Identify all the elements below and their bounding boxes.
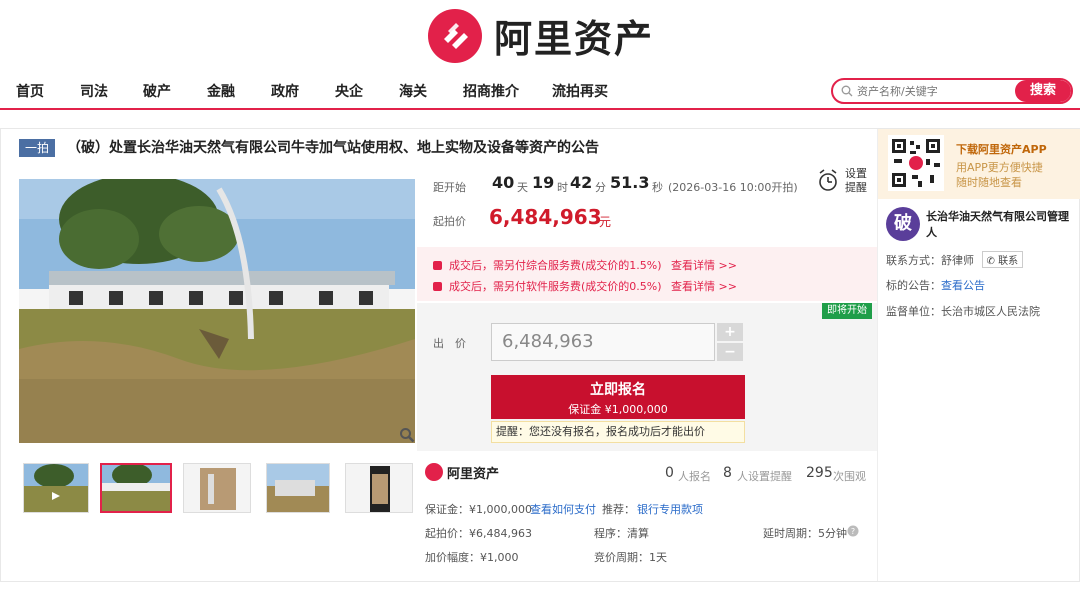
search-box: 搜索 xyxy=(831,78,1073,104)
decrease-button[interactable]: − xyxy=(717,343,743,361)
auction-round-badge: 一拍 xyxy=(19,139,55,157)
seller-name[interactable]: 长治华油天然气有限公司管理人 xyxy=(926,209,1078,241)
start-price-label: 起拍价 xyxy=(433,215,466,228)
countdown-hours-unit: 时 xyxy=(557,181,568,194)
nav-item-relist[interactable]: 流拍再买 xyxy=(552,81,608,101)
view-count-label: 次围观 xyxy=(833,470,866,483)
nav-item-bankruptcy[interactable]: 破产 xyxy=(143,81,171,101)
supervisor-row: 监督单位：长治市城区人民法院 xyxy=(886,303,1040,319)
brand-small-icon xyxy=(425,463,443,481)
brand-logo[interactable]: 阿里资产 xyxy=(428,8,654,63)
countdown-seconds-unit: 秒 xyxy=(652,181,663,194)
qr-code-icon xyxy=(888,135,944,191)
fee-line-1: 成交后，需另付综合服务费(成交价的1.5%) xyxy=(433,257,662,273)
app-download-title: 下载阿里资产APP xyxy=(956,143,1047,156)
supervisor-name: 长治市城区人民法院 xyxy=(941,305,1040,318)
nav-item-customs[interactable]: 海关 xyxy=(399,81,427,101)
app-download-sub2: 随时随地查看 xyxy=(956,176,1022,189)
supervisor-label: 监督单位： xyxy=(886,305,941,318)
nav-item-finance[interactable]: 金融 xyxy=(207,81,235,101)
main-photo[interactable] xyxy=(19,174,415,443)
auction-panel: 一拍 （破）处置长治华油天然气有限公司牛寺加气站使用权、地上实物及设备等资产的公… xyxy=(0,128,1080,582)
countdown-hours: 19 xyxy=(532,173,555,192)
contact-label: 联系方式： xyxy=(886,254,941,267)
fee-detail-link-1[interactable]: 查看详情 >> xyxy=(671,257,737,273)
right-sidebar: 下载阿里资产APP 用APP更方便快捷 随时随地查看 破 长治华油天然气有限公司… xyxy=(877,129,1080,581)
increment-info: 加价幅度：¥1,000 xyxy=(425,551,519,564)
thumbnail-5[interactable] xyxy=(345,463,413,513)
contact-row: 联系方式：舒律师 ✆ 联系 xyxy=(886,251,1024,268)
notice-link[interactable]: 查看公告 xyxy=(941,279,985,292)
help-icon[interactable]: ? xyxy=(847,525,859,537)
fee-notice: 成交后，需另付综合服务费(成交价的1.5%) 查看详情 >> 成交后，需另付软件… xyxy=(417,247,877,301)
start-price-unit: 元 xyxy=(599,215,612,229)
countdown-minutes-unit: 分 xyxy=(595,181,606,194)
status-badge: 即将开始 xyxy=(822,303,872,319)
notice-label: 标的公告： xyxy=(886,279,941,292)
app-download-box[interactable]: 下载阿里资产APP 用APP更方便快捷 随时随地查看 xyxy=(878,129,1080,199)
contact-button[interactable]: ✆ 联系 xyxy=(981,251,1024,268)
search-input[interactable] xyxy=(857,80,1017,102)
signup-label: 立即报名 xyxy=(590,382,646,398)
auction-title: （破）处置长治华油天然气有限公司牛寺加气站使用权、地上实物及设备等资产的公告 xyxy=(67,140,599,156)
delay-info: 延时周期：5分钟 xyxy=(763,527,847,540)
signup-count-label: 人报名 xyxy=(678,470,711,483)
recommend-link[interactable]: 银行专用款项 xyxy=(637,501,703,517)
main-nav: 首页 司法 破产 金融 政府 央企 海关 招商推介 流拍再买 搜索 xyxy=(0,72,1080,110)
procedure-info: 程序：清算 xyxy=(594,527,649,540)
phone-icon: ✆ xyxy=(986,256,995,267)
nav-item-home[interactable]: 首页 xyxy=(16,81,44,101)
search-icon xyxy=(841,85,853,97)
how-to-pay-link[interactable]: 查看如何支付 xyxy=(530,501,596,517)
notice-row: 标的公告：查看公告 xyxy=(886,277,985,293)
nav-item-investment[interactable]: 招商推介 xyxy=(463,81,519,101)
app-download-sub1: 用APP更方便快捷 xyxy=(956,161,1043,174)
signup-button[interactable]: 立即报名 保证金 ¥1,000,000 xyxy=(491,375,745,419)
countdown-days: 40 xyxy=(492,173,515,192)
reminder-count: 8 xyxy=(723,465,732,481)
thumbnail-3[interactable] xyxy=(183,463,251,513)
nav-item-government[interactable]: 政府 xyxy=(271,81,299,101)
view-count: 295 xyxy=(806,465,833,481)
deposit-label: 保证金 ¥1,000,000 xyxy=(568,403,668,416)
fee-line-2: 成交后，需另付软件服务费(成交价的0.5%) xyxy=(433,278,662,294)
countdown-days-unit: 天 xyxy=(517,181,528,194)
gift-icon xyxy=(433,282,442,291)
bid-area: 即将开始 出 价 6,484,963 + − 立即报名 保证金 ¥1,000,0… xyxy=(417,303,877,451)
increase-button[interactable]: + xyxy=(717,323,743,341)
countdown-seconds: 51.3 xyxy=(610,173,650,192)
countdown-minutes: 42 xyxy=(570,173,593,192)
thumbnail-1[interactable] xyxy=(23,463,89,513)
bid-label: 出 价 xyxy=(433,337,466,350)
reminder-count-label: 人设置提醒 xyxy=(737,470,792,483)
nav-item-judicial[interactable]: 司法 xyxy=(80,81,108,101)
signup-tip: 提醒：您还没有报名，报名成功后才能出价 xyxy=(491,421,745,443)
start-price-value: 6,484,963 xyxy=(489,205,602,229)
recommend-label: 推荐： xyxy=(602,503,635,516)
signup-count: 0 xyxy=(665,465,674,481)
bid-input[interactable]: 6,484,963 xyxy=(491,323,715,361)
brand-small-name: 阿里资产 xyxy=(447,467,500,482)
header: 阿里资产 xyxy=(0,0,1080,72)
thumbnail-4[interactable] xyxy=(266,463,330,513)
search-button[interactable]: 搜索 xyxy=(1015,80,1071,102)
nav-item-central-soe[interactable]: 央企 xyxy=(335,81,363,101)
deposit-info: 保证金：¥1,000,000 xyxy=(425,503,532,516)
auction-start-time: (2026-03-16 10:00开拍) xyxy=(668,181,798,194)
svg-text:?: ? xyxy=(851,527,855,536)
alarm-clock-icon xyxy=(819,169,837,191)
cycle-info: 竞价周期：1天 xyxy=(594,551,667,564)
reminder-label-2: 提醒 xyxy=(845,181,867,194)
brand-logo-icon xyxy=(428,8,482,63)
thumbnail-2[interactable] xyxy=(100,463,172,513)
zoom-icon[interactable] xyxy=(399,427,415,443)
gift-icon xyxy=(433,261,442,270)
start-price-info: 起拍价：¥6,484,963 xyxy=(425,527,532,540)
brand-name: 阿里资产 xyxy=(494,17,655,61)
contact-name: 舒律师 xyxy=(941,254,974,267)
seller-avatar: 破 xyxy=(886,207,920,241)
fee-detail-link-2[interactable]: 查看详情 >> xyxy=(671,278,737,294)
countdown-label: 距开始 xyxy=(433,181,466,194)
